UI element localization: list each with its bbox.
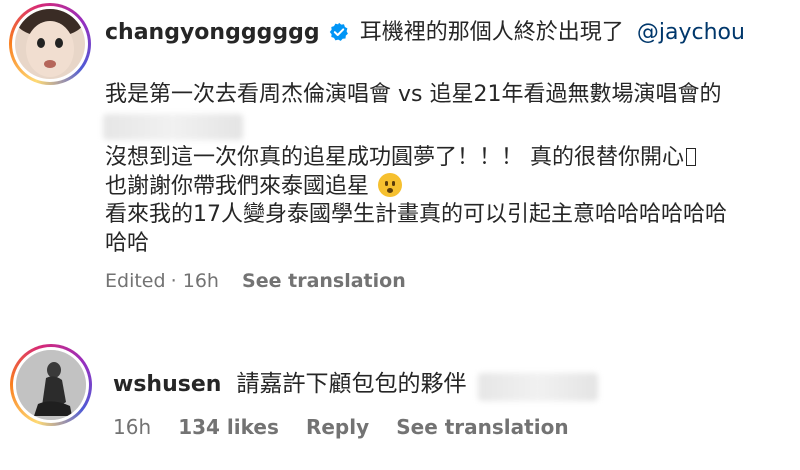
comment2-avatar[interactable] — [10, 344, 92, 426]
comment2-meta: 16h 134 likes Reply See translation — [113, 415, 569, 439]
comment1-username[interactable]: changyongggggg — [105, 20, 320, 45]
comment1-line-1: 我是第一次去看周杰倫演唱會 vs 追星21年看過無數場演唱會的 — [105, 82, 722, 107]
mention-link[interactable]: @jaychou — [637, 20, 745, 45]
comment1-line-3: 沒想到這一次你真的追星成功圓夢了！！！ 真的很替你開心 — [105, 143, 696, 173]
comment1-line-4: 也謝謝你帶我們來泰國追星 — [105, 172, 403, 202]
reply-button[interactable]: Reply — [306, 415, 369, 439]
comment1-line-2-redacted — [103, 114, 243, 140]
redacted-blur — [477, 372, 598, 401]
edited-label: Edited — [105, 270, 166, 292]
comment1-time[interactable]: 16h — [183, 270, 219, 292]
likes-count[interactable]: 134 likes — [178, 415, 279, 439]
comment1-header-text: 耳機裡的那個人終於出現了 — [359, 20, 624, 45]
comment2-text: 請嘉許下顧包包的夥伴 — [236, 371, 467, 397]
comment2-header: wshusen 請嘉許下顧包包的夥伴 — [113, 364, 598, 401]
see-translation-button[interactable]: See translation — [396, 415, 568, 439]
redacted-blur — [103, 114, 243, 140]
avatar-photo — [15, 9, 85, 79]
see-translation-button[interactable]: See translation — [242, 270, 406, 292]
comment1-line-5: 看來我的17人變身泰國學生計畫真的可以引起主意哈哈哈哈哈哈 — [105, 202, 727, 227]
verified-icon — [329, 22, 349, 46]
comment1-header: changyongggggg 耳機裡的那個人終於出現了 @jaychou — [105, 14, 745, 46]
avatar-photo — [16, 350, 86, 420]
comment2-time[interactable]: 16h — [113, 415, 151, 439]
comment2-username[interactable]: wshusen — [113, 372, 221, 397]
surprised-face-icon — [378, 173, 403, 197]
comment1-line-6: 哈哈 — [105, 231, 150, 256]
comment1-avatar[interactable] — [9, 3, 91, 85]
comment1-meta: Edited · 16h See translation — [105, 270, 406, 292]
missing-glyph-box — [686, 148, 696, 166]
